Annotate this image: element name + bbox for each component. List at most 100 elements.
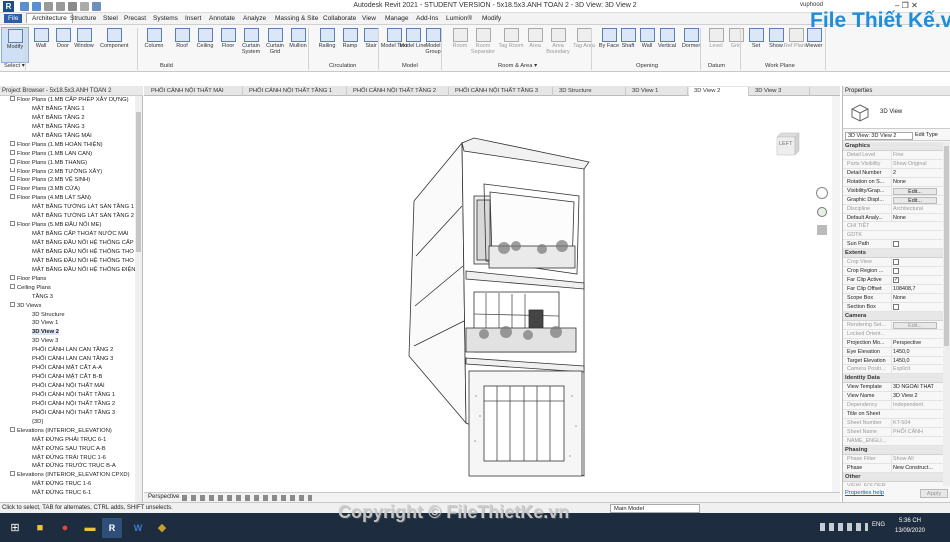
browser-view-item[interactable]: MẶT ĐỨNG TRƯỚC TRỤC B-A (0, 462, 135, 471)
browser-category[interactable]: Floor Plans (2.MB VỆ SINH) (0, 176, 135, 185)
menu-tab-modify[interactable]: Modify (482, 15, 501, 22)
browser-view-item[interactable]: PHỐI CẢNH LAN CAN TẦNG 2 (0, 346, 135, 355)
browser-category[interactable]: Floor Plans (1.MB CẤP PHÉP XÂY DỰNG) (0, 96, 135, 105)
edit-type-button[interactable]: Edit Type (915, 132, 938, 138)
menu-tab-precast[interactable]: Precast (124, 15, 146, 22)
property-section-header[interactable]: Extents (843, 249, 943, 259)
menu-tab-systems[interactable]: Systems (153, 15, 178, 22)
revit-logo-icon[interactable]: R (3, 1, 14, 12)
view-tab[interactable]: 3D View 1 (627, 87, 688, 96)
property-value[interactable]: 3D View 2 (891, 392, 943, 401)
checkbox[interactable] (893, 241, 899, 248)
browser-category[interactable]: Floor Plans (4.MB LÁT SÀN) (0, 194, 135, 203)
browser-category[interactable]: Floor Plans (2.MB TƯỜNG XÂY) (0, 167, 135, 177)
column-button[interactable]: Column (140, 27, 168, 63)
room-separator-button[interactable]: Room Separator (469, 27, 497, 63)
steering-wheel-icon[interactable] (816, 187, 828, 199)
property-value[interactable]: Show Original (891, 159, 943, 169)
browser-view-item[interactable]: MẶT BẰNG ĐẦU NỐI HỆ THỐNG THO (0, 248, 135, 257)
browser-category[interactable]: Ceiling Plans (0, 283, 135, 293)
property-value[interactable]: KT-504 (891, 419, 943, 428)
ribbon-group-label[interactable]: Opening (636, 63, 658, 69)
edit-button[interactable]: Edit... (893, 196, 937, 204)
model-selector[interactable]: Main Model (610, 504, 700, 513)
browser-view-item[interactable]: TẦNG 3 (0, 293, 135, 302)
ribbon-group-label[interactable]: Select ▾ (4, 63, 25, 69)
word-icon[interactable]: W (128, 518, 148, 538)
expand-toggle-icon[interactable] (10, 96, 15, 101)
browser-category[interactable]: Elevations (INTERIOR_ELEVATION) (0, 426, 135, 436)
chrome-icon[interactable]: ● (55, 518, 75, 538)
property-value[interactable]: None (891, 177, 943, 187)
view-tab[interactable]: PHỐI CẢNH NỘI THẤT TẦNG 3 (450, 87, 553, 96)
drawing-canvas[interactable]: LEFT (144, 96, 841, 492)
browser-view-item[interactable]: PHỐI CẢNH NỘI THẤT TẦNG 2 (0, 400, 135, 409)
menu-tab-massing-site[interactable]: Massing & Site (275, 15, 318, 22)
browser-view-item[interactable]: MẶT BẰNG TƯỜNG LÁT SÀN TẦNG 1 (0, 203, 135, 212)
browser-category[interactable]: Floor Plans (5.MB ĐẦU NỐI ME) (0, 221, 135, 230)
browser-view-item[interactable]: 3D Structure (0, 311, 135, 320)
menu-tab-view[interactable]: View (362, 15, 376, 22)
tag-area-button[interactable]: Tag Area (570, 27, 598, 63)
model-group-button[interactable]: Model Group (419, 27, 447, 63)
browser-view-item[interactable]: PHỐI CẢNH NỘI THẤT TẦNG 3 (0, 409, 135, 418)
expand-toggle-icon[interactable] (10, 221, 15, 227)
properties-scrollbar[interactable] (943, 142, 950, 486)
menu-tab-architecture[interactable]: Architecture (26, 13, 73, 23)
expand-toggle-icon[interactable] (10, 194, 15, 200)
browser-view-item[interactable]: PHỐI CẢNH MẶT CẮT B-B (0, 373, 135, 382)
checkbox[interactable] (893, 303, 899, 310)
tray-icons[interactable] (820, 523, 868, 531)
menu-tab-structure[interactable]: Structure (70, 15, 96, 22)
menu-tab-file[interactable]: File (4, 14, 23, 23)
view-tab[interactable]: 3D View 2 (689, 87, 749, 96)
property-value[interactable]: Perspective (891, 338, 943, 348)
browser-category[interactable]: Floor Plans (1.MB LAN CAN) (0, 149, 135, 159)
property-value[interactable]: New Construct... (891, 463, 943, 473)
edit-button[interactable]: Edit... (893, 321, 937, 329)
browser-view-item[interactable]: MẶT BẰNG TẦNG 2 (0, 114, 135, 123)
browser-view-item[interactable]: MẶT BẰNG TẦNG 1 (0, 105, 135, 114)
expand-toggle-icon[interactable] (10, 283, 15, 289)
revit-task-icon[interactable]: R (102, 518, 122, 538)
browser-view-item[interactable]: PHỐI CẢNH MẶT CẮT A-A (0, 364, 135, 373)
browser-view-item[interactable]: PHỐI CẢNH NỘI THẤT TẦNG 1 (0, 391, 135, 400)
edit-button[interactable]: Edit... (893, 187, 937, 195)
menu-tab-collaborate[interactable]: Collaborate (323, 15, 356, 22)
view-cube[interactable]: LEFT (773, 131, 801, 157)
menu-tab-insert[interactable]: Insert (185, 15, 201, 22)
property-value[interactable]: 1450,0 (891, 356, 943, 366)
type-selector[interactable]: 3D View (843, 96, 950, 129)
browser-view-item[interactable]: MẶT BẰNG TƯỜNG LÁT SÀN TẦNG 2 (0, 212, 135, 221)
property-value[interactable]: Fine (891, 150, 943, 160)
area-boundary-button[interactable]: Area Boundary (544, 27, 572, 63)
menu-tab-annotate[interactable]: Annotate (209, 15, 235, 22)
instance-dropdown[interactable]: 3D View: 3D View 2 (845, 132, 913, 140)
properties-help-link[interactable]: Properties help (845, 490, 884, 496)
browser-category[interactable]: Elevations (INTERIOR_ELEVATION CPXD) (0, 471, 135, 480)
checkbox[interactable]: ✓ (893, 277, 899, 284)
property-value[interactable]: PHỐI CẢNH (891, 428, 943, 437)
view-tab[interactable]: PHỐI CẢNH NỘI THẤT MÁI (146, 87, 243, 96)
browser-view-item[interactable]: MẶT ĐỨNG SAU TRỤC A-B (0, 445, 135, 454)
print-icon[interactable] (68, 2, 77, 11)
clock-date[interactable]: 13/09/2020 (888, 528, 932, 534)
apply-button[interactable]: Apply (920, 489, 948, 498)
property-section-header[interactable]: Camera (843, 311, 943, 321)
browser-view-item[interactable]: {3D} (0, 418, 135, 427)
checkbox[interactable] (893, 268, 899, 275)
checkbox[interactable] (893, 259, 899, 266)
save-icon[interactable] (32, 2, 41, 11)
property-value[interactable]: 3D NGOAI THAT (891, 383, 943, 392)
menu-tab-analyze[interactable]: Analyze (243, 15, 266, 22)
ribbon-group-label[interactable]: Datum (708, 63, 725, 69)
browser-view-item[interactable]: MẶT ĐỨNG TRỤC 6-1 (0, 489, 135, 498)
browser-category[interactable]: Floor Plans (0, 274, 135, 284)
file-explorer-icon[interactable]: ■ (30, 518, 50, 538)
measure-icon[interactable] (80, 2, 89, 11)
expand-toggle-icon[interactable] (10, 185, 15, 191)
window-button[interactable]: Window (70, 27, 98, 63)
property-value[interactable]: 2 (891, 168, 943, 178)
app-icon[interactable]: ◆ (152, 518, 172, 538)
ribbon-group-label[interactable]: Build (160, 63, 173, 69)
